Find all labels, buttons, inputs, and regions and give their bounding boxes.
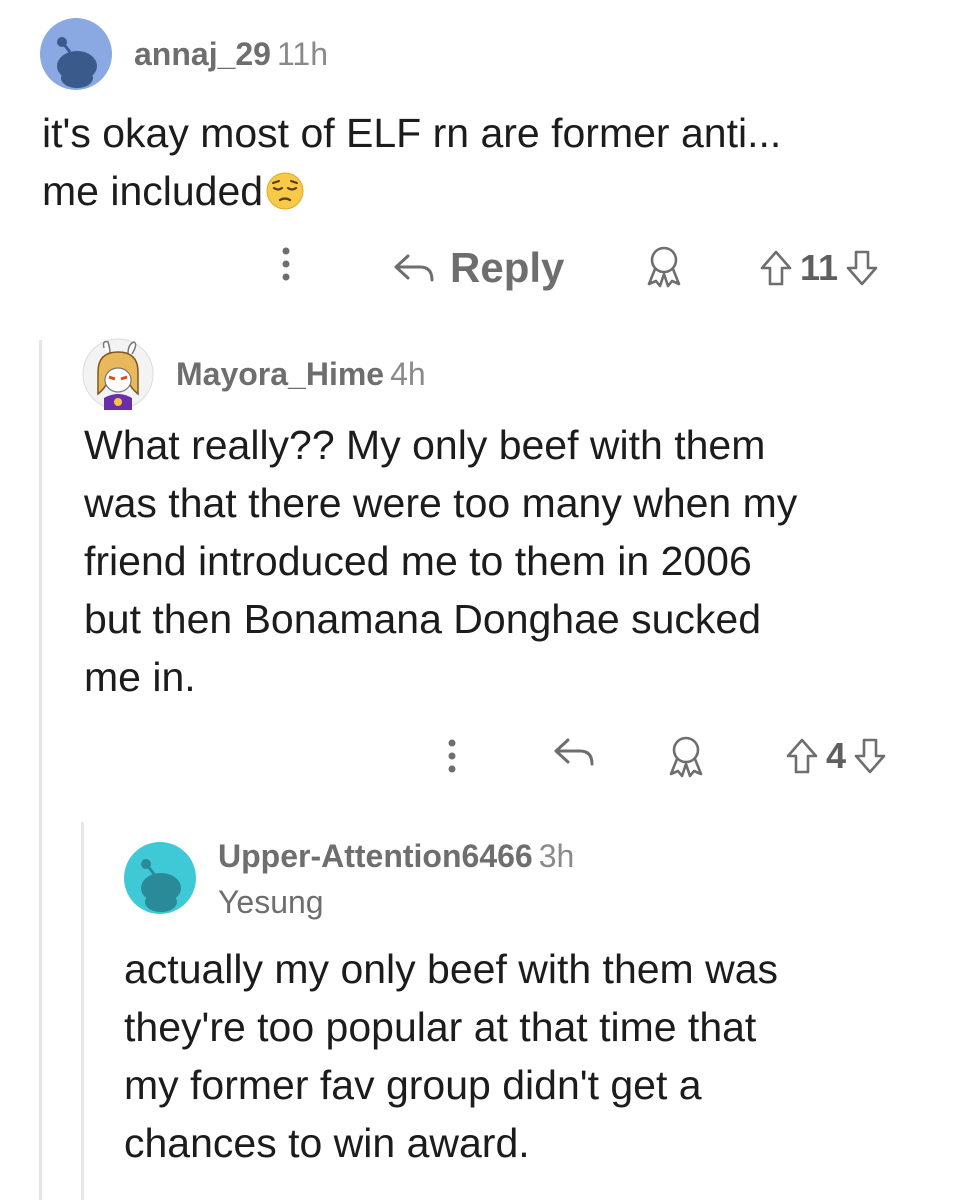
- comment-header: annaj_29 11h: [134, 36, 328, 73]
- award-button[interactable]: [644, 244, 684, 288]
- reply-arrow-icon: [394, 254, 434, 282]
- snoo-avatar-icon: [124, 842, 196, 914]
- comment-line: me in.: [84, 654, 196, 700]
- comment-2: Mayora_Hime 4h What really?? My only beef…: [0, 320, 969, 800]
- vote-controls: 11: [758, 244, 880, 292]
- comment-line: What really?? My only beef with them: [84, 422, 766, 468]
- comment-line: me included: [42, 168, 264, 214]
- avatar[interactable]: [124, 842, 196, 914]
- comment-line: it's okay most of ELF rn are former anti…: [42, 110, 782, 156]
- timestamp: 3h: [538, 838, 575, 874]
- comment-3: Upper-Attention6466 3h Yesung actually my…: [0, 820, 969, 1200]
- vote-controls: 4: [784, 732, 888, 780]
- comment-line-with-emoji: me included: [42, 162, 942, 226]
- reply-button[interactable]: Reply: [392, 240, 564, 296]
- avatar[interactable]: [40, 18, 112, 90]
- downvote-icon[interactable]: [852, 736, 888, 776]
- upvote-icon[interactable]: [784, 736, 820, 776]
- comment-body: it's okay most of ELF rn are former anti…: [42, 104, 942, 226]
- comment-header: Mayora_Hime 4h: [176, 356, 426, 393]
- upvote-icon[interactable]: [758, 248, 794, 288]
- avatar[interactable]: [82, 338, 154, 410]
- comment-1: annaj_29 11h it's okay most of ELF rn are…: [0, 0, 969, 320]
- comment-line: actually my only beef with them was: [124, 946, 778, 992]
- comment-line: was that there were too many when my: [84, 480, 798, 526]
- username[interactable]: annaj_29: [134, 36, 271, 72]
- vote-score: 4: [826, 735, 847, 776]
- timestamp: 4h: [390, 356, 426, 392]
- custom-avatar-icon: [82, 338, 154, 410]
- comment-line: they're too popular at that time that: [124, 1004, 757, 1050]
- pensive-face-emoji-icon: [265, 168, 305, 226]
- vote-score: 11: [800, 247, 839, 288]
- comment-header: Upper-Attention6466 3h: [218, 838, 574, 875]
- award-icon: [669, 736, 703, 778]
- award-button[interactable]: [666, 734, 706, 778]
- comment-line: my former fav group didn't get a: [124, 1062, 702, 1108]
- more-options-button[interactable]: [442, 734, 462, 778]
- more-vertical-icon: [448, 739, 456, 773]
- comment-body: What really?? My only beef with them was…: [84, 416, 954, 706]
- award-icon: [647, 246, 681, 288]
- username[interactable]: Upper-Attention6466: [218, 838, 533, 874]
- comment-line: chances to win award.: [124, 1120, 530, 1166]
- comment-body: actually my only beef with them was they…: [124, 940, 954, 1172]
- username[interactable]: Mayora_Hime: [176, 356, 384, 392]
- user-flair: Yesung: [218, 884, 324, 920]
- reply-arrow-icon: [554, 738, 594, 766]
- more-options-button[interactable]: [276, 242, 296, 286]
- more-vertical-icon: [282, 247, 290, 281]
- downvote-icon[interactable]: [844, 248, 880, 288]
- comment-line: friend introduced me to them in 2006: [84, 538, 752, 584]
- comment-line: but then Bonamana Donghae sucked: [84, 596, 762, 642]
- timestamp: 11h: [276, 36, 328, 72]
- reply-label: Reply: [450, 244, 565, 291]
- reply-button[interactable]: [552, 734, 596, 770]
- snoo-avatar-icon: [40, 18, 112, 90]
